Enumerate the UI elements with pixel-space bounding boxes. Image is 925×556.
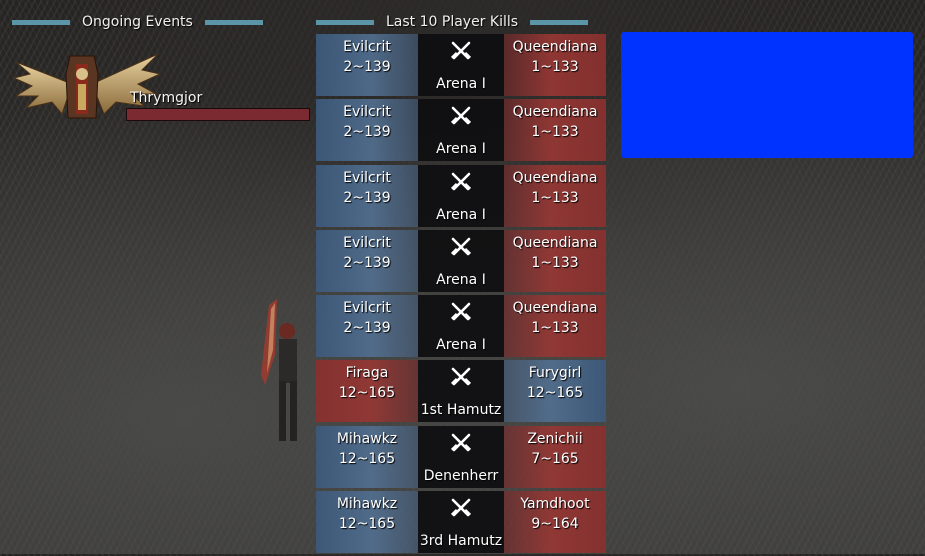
kill-location-panel: Arena I <box>418 99 504 162</box>
killer-level: 2~139 <box>343 254 391 271</box>
victim-panel: Zenichii 7~165 <box>504 425 606 488</box>
victim-level: 7~165 <box>531 450 579 467</box>
kill-location-panel: Arena I <box>418 295 504 358</box>
header-divider <box>316 19 374 25</box>
last-kills-header: Last 10 Player Kills <box>316 13 606 31</box>
crossed-swords-icon <box>450 498 472 517</box>
kill-location-panel: 1st Hamutz <box>418 360 504 423</box>
kill-location: Arena I <box>436 337 486 354</box>
crossed-swords-icon <box>450 41 472 60</box>
kill-entry[interactable]: Evilcrit 2~139 Arena I Queendiana 1~133 <box>316 34 606 96</box>
event-progress-bar <box>126 108 310 121</box>
kill-location: 1st Hamutz <box>420 402 502 419</box>
kill-location-panel: 3rd Hamutz <box>418 491 504 554</box>
victim-name: Queendiana <box>512 300 598 317</box>
crossed-swords-icon <box>450 172 472 190</box>
blue-overlay-panel <box>621 32 913 158</box>
killer-name: Mihawkz <box>336 430 398 447</box>
killer-name: Evilcrit <box>343 104 391 121</box>
victim-name: Yamdhoot <box>520 496 590 513</box>
kill-location: Arena I <box>436 76 486 92</box>
victim-name: Zenichii <box>527 430 583 447</box>
killer-name: Evilcrit <box>343 300 391 317</box>
crossed-swords-icon <box>450 368 472 386</box>
killer-panel: Firaga 12~165 <box>316 360 418 423</box>
victim-level: 1~133 <box>531 59 579 75</box>
killer-panel: Evilcrit 2~139 <box>316 229 418 292</box>
victim-level: 9~164 <box>531 516 579 533</box>
killer-name: Evilcrit <box>343 234 391 251</box>
player-character <box>261 299 297 441</box>
kill-location-panel: Arena I <box>418 34 504 96</box>
kill-entry[interactable]: Evilcrit 2~139 Arena I Queendiana 1~133 <box>316 295 606 358</box>
victim-name: Queendiana <box>512 234 598 251</box>
kill-location: Arena I <box>436 271 486 288</box>
victim-panel: Queendiana 1~133 <box>504 99 606 162</box>
killer-level: 12~165 <box>338 450 396 467</box>
killer-name: Evilcrit <box>343 39 391 55</box>
victim-level: 1~133 <box>531 254 579 271</box>
killer-name: Mihawkz <box>336 496 398 513</box>
last-kills-title: Last 10 Player Kills <box>386 14 519 30</box>
killer-panel: Mihawkz 12~165 <box>316 491 418 554</box>
header-divider <box>530 19 589 25</box>
kill-location-panel: Arena I <box>418 164 504 227</box>
victim-name: Queendiana <box>512 104 598 121</box>
victim-level: 1~133 <box>531 320 579 337</box>
killer-panel: Evilcrit 2~139 <box>316 295 418 358</box>
player-kills-list: Evilcrit 2~139 Arena I Queendiana 1~133 Evilc… <box>316 34 606 556</box>
crossed-swords-icon <box>450 237 472 256</box>
kill-location-panel: Arena I <box>418 229 504 292</box>
kill-location: 3rd Hamutz <box>419 533 503 550</box>
victim-panel: Queendiana 1~133 <box>504 295 606 358</box>
killer-panel: Mihawkz 12~165 <box>316 425 418 488</box>
victim-level: 12~165 <box>526 385 584 402</box>
ongoing-event-item[interactable]: Thrymgjor <box>12 44 310 124</box>
victim-panel: Queendiana 1~133 <box>504 229 606 292</box>
killer-level: 2~139 <box>343 189 391 206</box>
victim-level: 1~133 <box>531 189 579 206</box>
victim-level: 1~133 <box>531 124 579 141</box>
kill-entry[interactable]: Evilcrit 2~139 Arena I Queendiana 1~133 <box>316 229 606 292</box>
killer-level: 2~139 <box>343 320 391 337</box>
crossed-swords-icon <box>450 302 472 321</box>
killer-level: 12~165 <box>338 385 396 402</box>
kill-location: Arena I <box>436 141 486 158</box>
kill-entry[interactable]: Firaga 12~165 1st Hamutz Furygirl 12~165 <box>316 360 606 423</box>
victim-panel: Yamdhoot 9~164 <box>504 491 606 554</box>
crossed-swords-icon <box>450 106 472 125</box>
ongoing-events-header: Ongoing Events <box>12 13 302 31</box>
ongoing-events-title: Ongoing Events <box>82 14 193 30</box>
kill-entry[interactable]: Mihawkz 12~165 3rd Hamutz Yamdhoot 9~164 <box>316 491 606 554</box>
kill-entry[interactable]: Mihawkz 12~165 Denenherr Zenichii 7~165 <box>316 425 606 488</box>
killer-level: 2~139 <box>343 124 391 141</box>
kill-location: Arena I <box>436 206 486 223</box>
killer-name: Firaga <box>345 365 389 382</box>
killer-level: 12~165 <box>338 516 396 533</box>
crossed-swords-icon <box>450 433 472 452</box>
victim-name: Furygirl <box>528 365 582 382</box>
victim-name: Queendiana <box>512 169 598 186</box>
killer-panel: Evilcrit 2~139 <box>316 99 418 162</box>
kill-location: Denenherr <box>423 467 499 484</box>
killer-panel: Evilcrit 2~139 <box>316 34 418 96</box>
kill-entry[interactable]: Evilcrit 2~139 Arena I Queendiana 1~133 <box>316 99 606 162</box>
killer-level: 2~139 <box>343 59 391 75</box>
victim-panel: Furygirl 12~165 <box>504 360 606 423</box>
victim-panel: Queendiana 1~133 <box>504 34 606 96</box>
kill-entry[interactable]: Evilcrit 2~139 Arena I Queendiana 1~133 <box>316 164 606 227</box>
header-divider <box>204 19 263 25</box>
event-progress-fill <box>127 109 309 120</box>
event-name: Thrymgjor <box>130 90 203 106</box>
killer-panel: Evilcrit 2~139 <box>316 164 418 227</box>
killer-name: Evilcrit <box>343 169 391 186</box>
kill-location-panel: Denenherr <box>418 425 504 488</box>
victim-panel: Queendiana 1~133 <box>504 164 606 227</box>
header-divider <box>12 19 70 25</box>
victim-name: Queendiana <box>512 39 598 55</box>
